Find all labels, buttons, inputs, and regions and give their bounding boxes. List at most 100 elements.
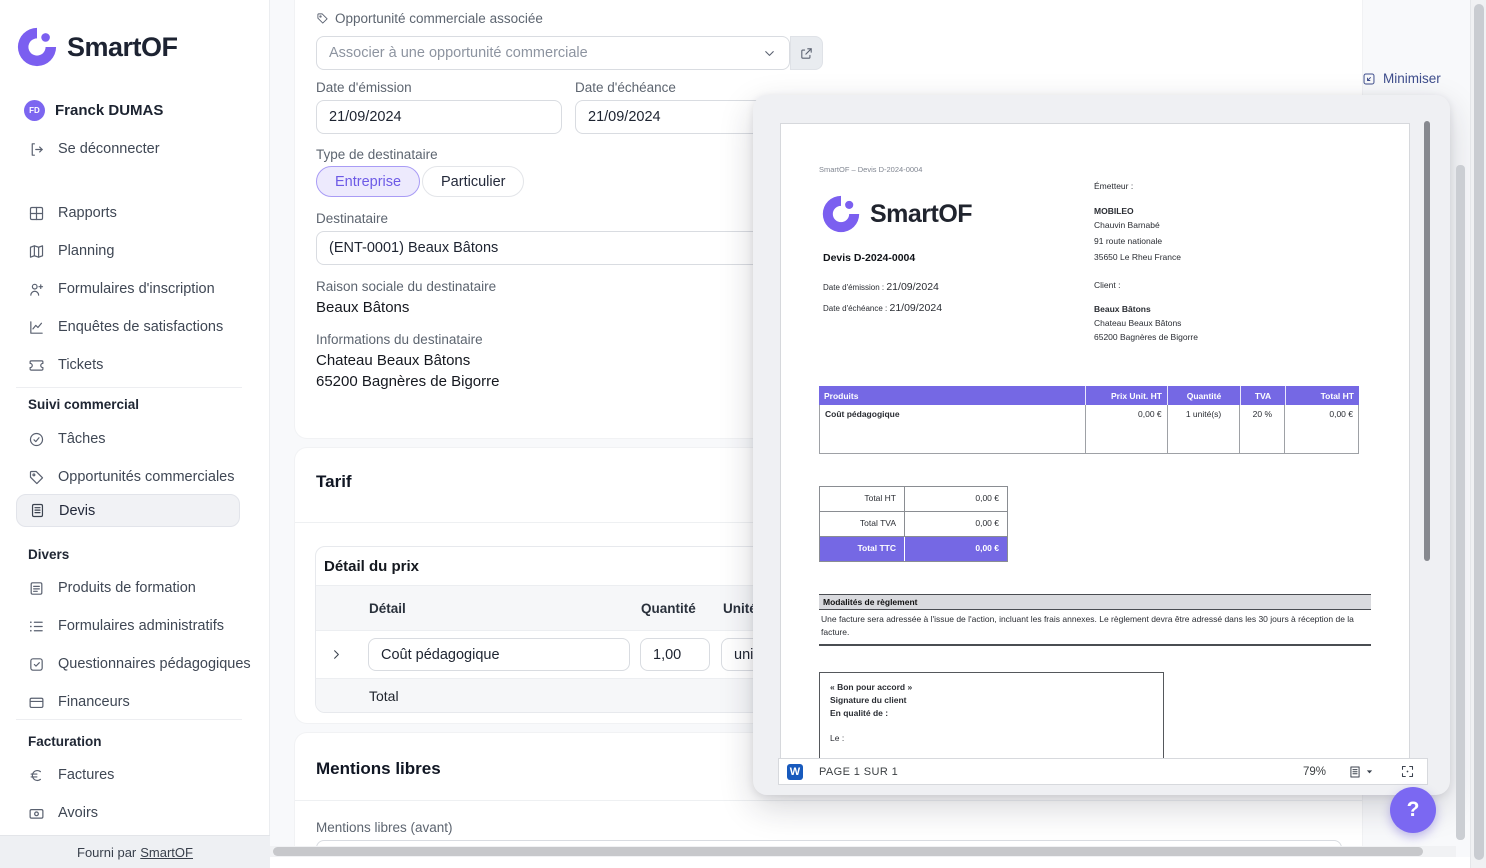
sidebar-item-label: Factures: [58, 767, 115, 783]
doc-signature-line1: « Bon pour accord »: [830, 682, 913, 692]
minimize-preview-button[interactable]: Minimiser: [1362, 71, 1441, 86]
sidebar-item-factures[interactable]: Factures: [28, 764, 114, 786]
smartof-logo-icon: [822, 195, 860, 233]
sidebar-item-opportunites[interactable]: Opportunités commerciales: [28, 466, 235, 488]
doc-emission-line: Date d'émission : 21/09/2024: [823, 281, 939, 293]
doc-cell-tva: 20 %: [1240, 405, 1286, 453]
doc-totals-table: Total HT 0,00 € Total TVA 0,00 € Total T…: [819, 486, 1008, 562]
sidebar-item-formulaires-administratifs[interactable]: Formulaires administratifs: [28, 615, 224, 637]
doc-signature-line3: En qualité de :: [830, 707, 889, 718]
map-icon: [29, 244, 44, 258]
doc-title: Devis D-2024-0004: [823, 252, 916, 264]
fullscreen-button[interactable]: [1400, 764, 1415, 779]
sidebar-item-label: Opportunités commerciales: [58, 469, 235, 485]
footer-text: Fourni par: [77, 844, 137, 860]
brand-name: SmartOF: [67, 31, 178, 62]
doc-total-ht-label: Total HT: [820, 487, 905, 511]
doc-total-tva-row: Total TVA 0,00 €: [820, 512, 1007, 537]
footer-brand-link[interactable]: SmartOF: [140, 845, 193, 860]
zoom-level: 79%: [1302, 765, 1326, 778]
divider: [295, 800, 1362, 801]
doc-echeance-value: 21/09/2024: [889, 302, 943, 314]
doc-total-ttc-value: 0,00 €: [975, 543, 999, 553]
content-scrollbar-thumb[interactable]: [1456, 165, 1465, 840]
type-particulier-toggle[interactable]: Particulier: [422, 166, 525, 197]
sidebar-item-questionnaires[interactable]: Questionnaires pédagogiques: [28, 653, 251, 675]
infos-destinataire-label: Informations du destinataire: [316, 332, 483, 347]
sidebar-footer: Fourni par SmartOF: [0, 835, 270, 868]
browser-scrollbar[interactable]: [1470, 0, 1486, 868]
doc-table-row: Coût pédagogique 0,00 € 1 unité(s) 20 % …: [819, 405, 1359, 454]
sidebar-item-formulaires-inscription[interactable]: Formulaires d'inscription: [28, 278, 215, 300]
sidebar-item-enquetes[interactable]: Enquêtes de satisfactions: [28, 316, 223, 338]
sidebar-item-tickets[interactable]: Tickets: [28, 354, 103, 376]
help-button[interactable]: ?: [1390, 787, 1436, 833]
sidebar-item-financeurs[interactable]: Financeurs: [28, 691, 130, 713]
sidebar-item-planning[interactable]: Planning: [28, 240, 114, 262]
doc-client-address: Chateau Beaux Bâtons: [1094, 318, 1182, 328]
row-quantite-input[interactable]: [640, 638, 710, 671]
date-emission-input[interactable]: [316, 100, 562, 134]
opportunity-select[interactable]: Associer à une opportunité commerciale: [316, 36, 790, 70]
sidebar-item-produits-formation[interactable]: Produits de formation: [28, 577, 196, 599]
doc-total-tva-value: 0,00 €: [975, 518, 999, 528]
document-preview-panel: SmartOF – Devis D-2024-0004 SmartOF Devi…: [753, 95, 1450, 795]
sidebar-item-taches[interactable]: Tâches: [28, 428, 106, 450]
document-page: SmartOF – Devis D-2024-0004 SmartOF Devi…: [780, 123, 1410, 760]
doc-col-produits: Produits: [819, 386, 1086, 405]
doc-col-quantite: Quantité: [1168, 386, 1241, 405]
tag-icon: [317, 13, 328, 24]
sidebar-divider: [16, 387, 242, 388]
person-add-icon: [30, 283, 44, 296]
sidebar-item-label: Financeurs: [58, 694, 130, 710]
row-detail-input[interactable]: [368, 638, 630, 671]
minimize-label: Minimiser: [1383, 71, 1441, 86]
col-unite: Unité: [723, 601, 757, 616]
user-profile[interactable]: FD Franck DUMAS: [24, 100, 163, 121]
section-facturation: Facturation: [28, 734, 102, 749]
sidebar-item-rapports[interactable]: Rapports: [28, 202, 117, 224]
doc-cell-total: 0,00 €: [1329, 409, 1353, 419]
brand-logo[interactable]: SmartOF: [16, 26, 178, 68]
smartof-logo-icon: [17, 27, 57, 67]
chevron-right-icon[interactable]: [329, 647, 344, 662]
avatar: FD: [24, 100, 45, 121]
doc-client-city: 65200 Bagnères de Bigorre: [1094, 332, 1198, 342]
doc-cell-produit: Coût pédagogique: [820, 405, 1086, 453]
doc-signature-line4: Le :: [830, 733, 845, 744]
opportunity-label: Opportunité commerciale associée: [335, 11, 543, 26]
euro-icon: [30, 769, 41, 781]
word-icon: W: [787, 763, 803, 780]
sidebar-item-label: Devis: [59, 502, 96, 519]
doc-emetteur-address: 91 route nationale: [1094, 236, 1163, 246]
user-name: Franck DUMAS: [55, 102, 164, 119]
browser-scrollbar-thumb[interactable]: [1474, 4, 1484, 860]
document-icon: [31, 503, 44, 518]
chart-line-icon: [30, 320, 43, 334]
total-label: Total: [369, 688, 399, 704]
sidebar-item-devis[interactable]: Devis: [16, 494, 240, 527]
doc-total-ttc-label: Total TTC: [820, 537, 905, 561]
view-mode-button[interactable]: [1348, 765, 1374, 779]
open-opportunity-button[interactable]: [790, 36, 823, 70]
doc-signature-line2: Signature du client: [830, 694, 907, 705]
sidebar-item-label: Produits de formation: [58, 580, 196, 596]
sidebar-item-label: Avoirs: [58, 805, 99, 821]
sidebar: SmartOF FD Franck DUMAS Se déconnecter R…: [0, 0, 270, 868]
credit-card-icon: [29, 697, 44, 708]
sidebar-item-avoirs[interactable]: Avoirs: [28, 802, 98, 824]
sidebar-item-label: Formulaires administratifs: [58, 618, 224, 634]
doc-client-label: Client :: [1094, 280, 1121, 290]
file-lines-icon: [30, 581, 43, 595]
horizontal-scrollbar-thumb[interactable]: [273, 847, 1423, 856]
horizontal-scrollbar[interactable]: [270, 846, 1456, 857]
doc-emetteur-city: 35650 Le Rheu France: [1094, 252, 1181, 262]
ticket-icon: [29, 359, 44, 371]
logout-button[interactable]: Se déconnecter: [28, 138, 160, 160]
type-entreprise-toggle[interactable]: Entreprise: [316, 166, 421, 197]
preview-scrollbar-thumb[interactable]: [1424, 121, 1430, 561]
check-circle-icon: [29, 432, 44, 446]
page-indicator: PAGE 1 SUR 1: [819, 765, 899, 778]
doc-running-header: SmartOF – Devis D-2024-0004: [819, 165, 923, 174]
fullscreen-icon: [1401, 765, 1414, 778]
